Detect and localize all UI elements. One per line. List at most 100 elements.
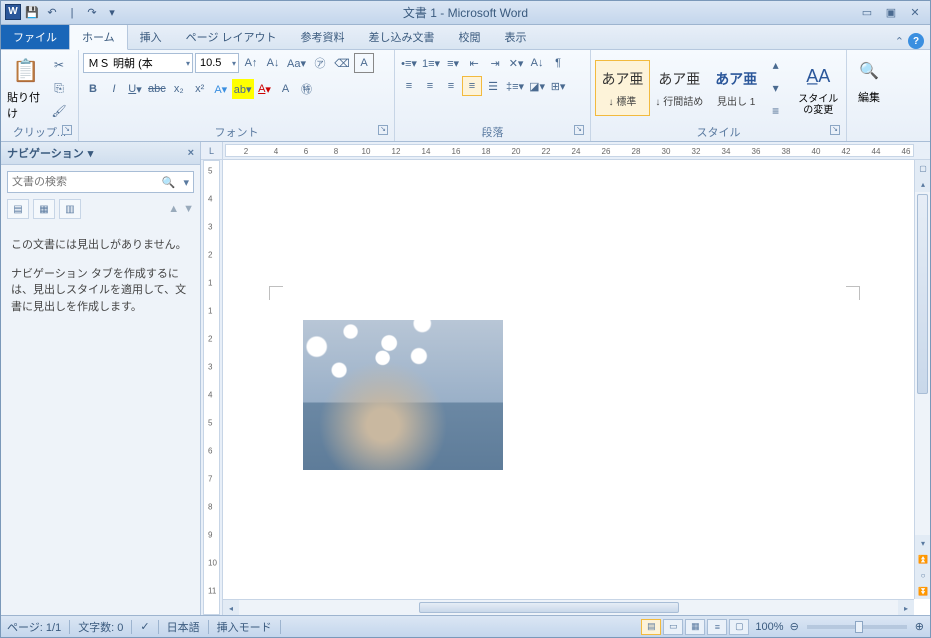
font-color-icon[interactable]: A▾: [255, 79, 275, 99]
close-button[interactable]: ✕: [906, 5, 924, 21]
nav-dropdown-icon[interactable]: ▾: [88, 147, 94, 160]
tab-selector[interactable]: L: [201, 142, 223, 159]
borders-icon[interactable]: ⊞▾: [548, 76, 568, 96]
maximize-button[interactable]: ▣: [882, 5, 900, 21]
format-painter-icon[interactable]: 🖌: [49, 101, 69, 121]
show-marks-icon[interactable]: ¶: [548, 53, 568, 73]
zoom-thumb[interactable]: [855, 621, 863, 633]
ruler-horizontal[interactable]: L 24681012141618202224262830323436384042…: [201, 142, 930, 160]
scroll-thumb-v[interactable]: [917, 194, 928, 394]
scroll-down-icon[interactable]: ▾: [915, 535, 930, 551]
view-draft-icon[interactable]: ▢: [729, 619, 749, 635]
char-border-icon[interactable]: A: [354, 53, 374, 73]
minimize-button[interactable]: ▭: [858, 5, 876, 21]
enclose-char-icon[interactable]: ㊕: [297, 79, 317, 99]
view-web-icon[interactable]: ▦: [685, 619, 705, 635]
scroll-thumb-h[interactable]: [419, 602, 679, 613]
ribbon-minimize-icon[interactable]: ⌃: [895, 35, 904, 48]
nav-tab-headings[interactable]: ▤: [7, 199, 29, 219]
scrollbar-vertical[interactable]: ▢ ▴ ▾ ⏫ ○ ⏬: [914, 160, 930, 599]
clear-format-icon[interactable]: ⌫: [332, 53, 352, 73]
bullets-icon[interactable]: •≡▾: [399, 53, 419, 73]
change-case-icon[interactable]: Aa▾: [285, 53, 308, 73]
highlight-icon[interactable]: ab▾: [232, 79, 254, 99]
tab-review[interactable]: 校閲: [447, 24, 493, 49]
scroll-left-icon[interactable]: ◂: [223, 600, 239, 615]
ruler-toggle-icon[interactable]: ▢: [915, 160, 930, 176]
cut-icon[interactable]: ✂: [49, 55, 69, 75]
tab-file[interactable]: ファイル: [1, 24, 69, 49]
status-proof-icon[interactable]: ✓: [140, 620, 149, 633]
tab-mailings[interactable]: 差し込み文書: [357, 24, 447, 49]
copy-icon[interactable]: ⎘: [49, 78, 69, 98]
editing-button[interactable]: 🔍編集: [851, 53, 887, 107]
tab-references[interactable]: 参考資料: [289, 24, 357, 49]
style-normal[interactable]: あア亜↓ 標準: [595, 60, 650, 116]
asian-layout-icon[interactable]: ✕▾: [506, 53, 526, 73]
subscript-icon[interactable]: x₂: [169, 79, 189, 99]
char-shading-icon[interactable]: A: [276, 79, 296, 99]
grow-font-icon[interactable]: A↑: [241, 53, 261, 73]
nav-next-icon[interactable]: ▼: [183, 203, 194, 215]
view-print-icon[interactable]: ▤: [641, 619, 661, 635]
nav-search-input[interactable]: [8, 176, 158, 188]
undo-icon[interactable]: ↶: [43, 4, 61, 22]
status-page[interactable]: ページ: 1/1: [7, 619, 61, 635]
shrink-font-icon[interactable]: A↓: [263, 53, 283, 73]
align-center-icon[interactable]: ≡: [420, 76, 440, 96]
tab-insert[interactable]: 挿入: [128, 24, 174, 49]
redo-icon[interactable]: ↷: [83, 4, 101, 22]
view-fullscreen-icon[interactable]: ▭: [663, 619, 683, 635]
inserted-image[interactable]: [303, 320, 503, 470]
indent-dec-icon[interactable]: ⇤: [464, 53, 484, 73]
align-right-icon[interactable]: ≡: [441, 76, 461, 96]
shading-icon[interactable]: ◪▾: [527, 76, 547, 96]
status-mode[interactable]: 挿入モード: [217, 619, 272, 635]
nav-search[interactable]: 🔍▾: [7, 171, 194, 193]
view-outline-icon[interactable]: ≡: [707, 619, 727, 635]
scroll-up-icon[interactable]: ▴: [915, 176, 930, 192]
prev-page-icon[interactable]: ⏫: [915, 551, 930, 567]
tab-home[interactable]: ホーム: [69, 23, 128, 50]
zoom-out-icon[interactable]: ⊖: [790, 620, 799, 633]
scrollbar-horizontal[interactable]: ◂ ▸: [223, 599, 914, 615]
nav-tab-results[interactable]: ▥: [59, 199, 81, 219]
ruler-vertical[interactable]: 543211234567891011: [201, 160, 223, 615]
style-nospace[interactable]: あア亜↓ 行間詰め: [652, 60, 707, 116]
nav-close-icon[interactable]: ×: [188, 147, 194, 159]
indent-inc-icon[interactable]: ⇥: [485, 53, 505, 73]
styles-up-icon[interactable]: ▴: [766, 55, 786, 75]
qat-custom-icon[interactable]: ▾: [103, 4, 121, 22]
scroll-right-icon[interactable]: ▸: [898, 600, 914, 615]
distribute-icon[interactable]: ☰: [483, 76, 503, 96]
status-words[interactable]: 文字数: 0: [78, 619, 123, 635]
zoom-in-icon[interactable]: ⊕: [915, 620, 924, 633]
phonetic-icon[interactable]: ㋐: [310, 53, 330, 73]
sort-icon[interactable]: A↓: [527, 53, 547, 73]
strike-icon[interactable]: abc: [146, 79, 168, 99]
styles-down-icon[interactable]: ▾: [766, 78, 786, 98]
italic-icon[interactable]: I: [104, 79, 124, 99]
zoom-level[interactable]: 100%: [755, 621, 783, 633]
page-viewport[interactable]: ▢ ▴ ▾ ⏫ ○ ⏬ ◂ ▸: [223, 160, 930, 615]
search-icon[interactable]: 🔍: [158, 176, 179, 189]
align-left-icon[interactable]: ≡: [399, 76, 419, 96]
underline-icon[interactable]: U▾: [125, 79, 145, 99]
nav-prev-icon[interactable]: ▲: [168, 203, 179, 215]
superscript-icon[interactable]: x²: [190, 79, 210, 99]
styles-launcher[interactable]: ↘: [830, 125, 840, 135]
line-spacing-icon[interactable]: ‡≡▾: [504, 76, 526, 96]
style-heading1[interactable]: あア亜見出し 1: [709, 60, 764, 116]
next-page-icon[interactable]: ⏬: [915, 583, 930, 599]
tab-layout[interactable]: ページ レイアウト: [174, 24, 289, 49]
font-name-combo[interactable]: ＭＳ 明朝 (本: [83, 53, 193, 73]
paragraph-launcher[interactable]: ↘: [574, 125, 584, 135]
text-effects-icon[interactable]: A▾: [211, 79, 231, 99]
styles-more-icon[interactable]: ≡: [766, 101, 786, 121]
font-size-combo[interactable]: 10.5: [195, 53, 239, 73]
numbering-icon[interactable]: 1≡▾: [420, 53, 442, 73]
search-dropdown-icon[interactable]: ▾: [179, 176, 193, 189]
clipboard-launcher[interactable]: ↘: [62, 125, 72, 135]
change-styles-button[interactable]: A̲Aスタイルの変更: [795, 58, 842, 118]
nav-tab-pages[interactable]: ▦: [33, 199, 55, 219]
